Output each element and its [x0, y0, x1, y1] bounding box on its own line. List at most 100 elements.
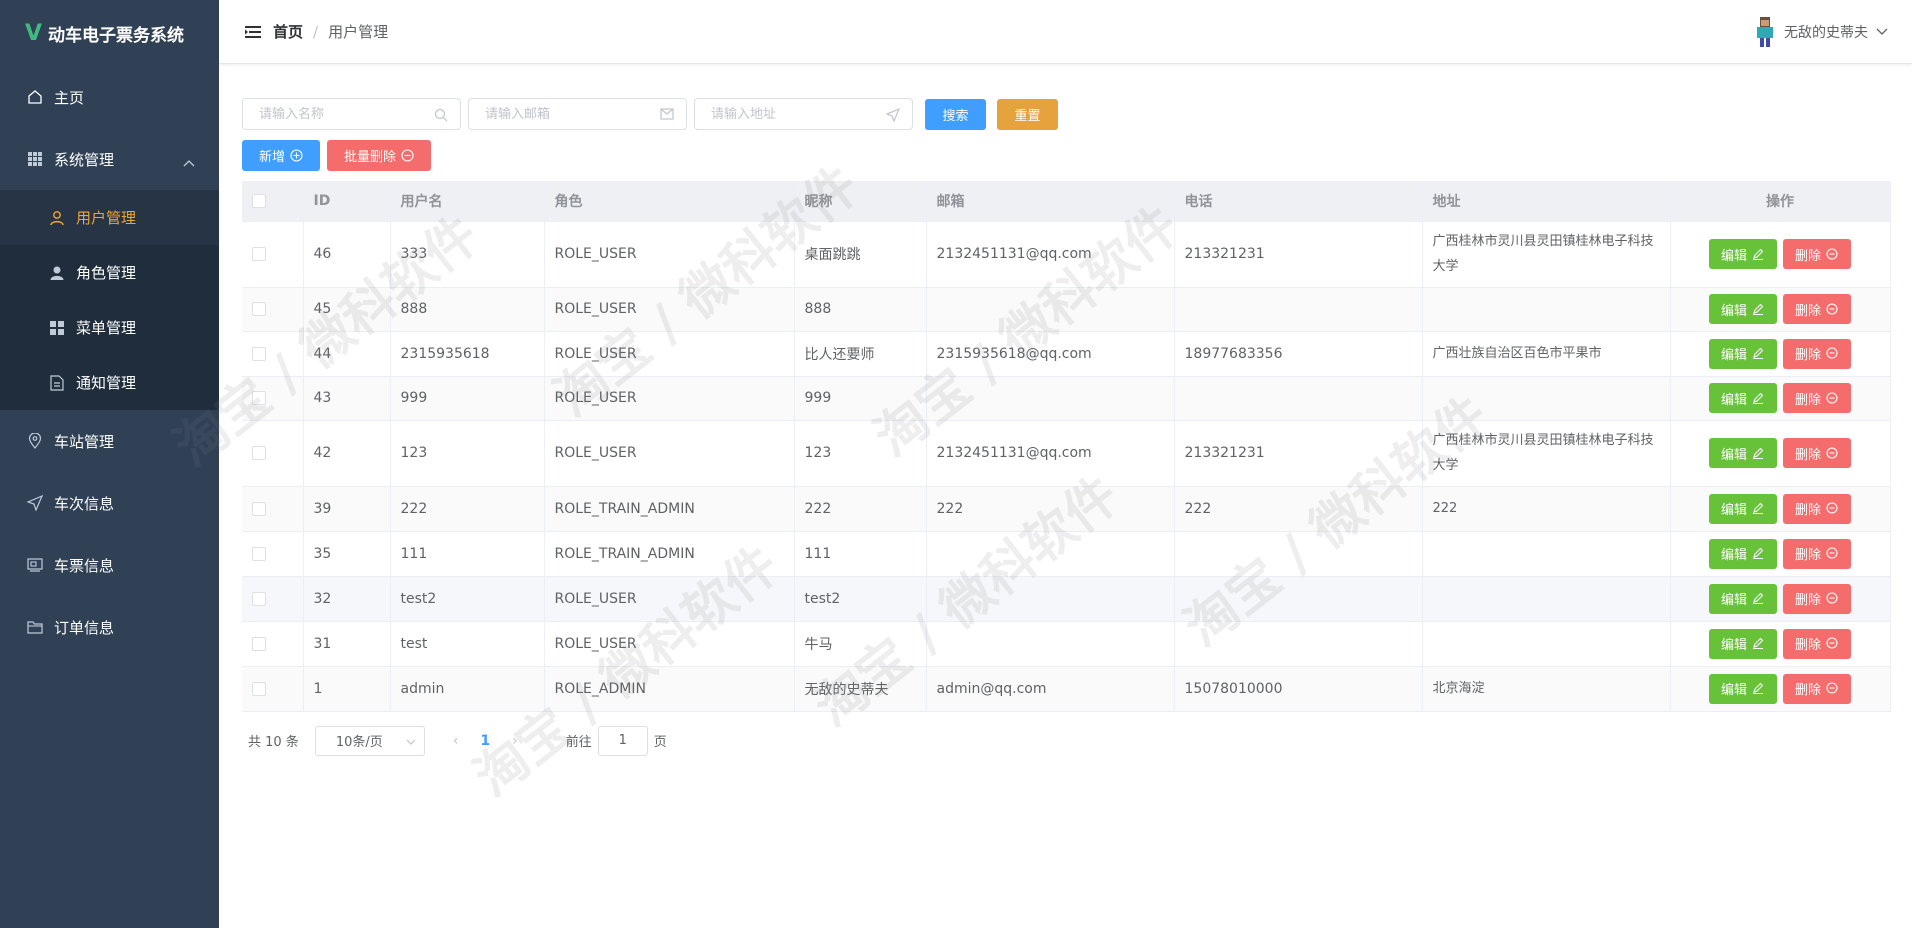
sidebar-item-notice-management[interactable]: 通知管理	[0, 355, 219, 410]
circle-minus-icon	[1826, 446, 1839, 460]
row-actions: 编辑 删除	[1670, 331, 1891, 377]
cell-username: 333	[390, 221, 545, 288]
pencil-icon	[1752, 392, 1765, 405]
table-row: 31 test ROLE_USER 牛马 编辑 删除	[242, 621, 1891, 667]
edit-button[interactable]: 编辑	[1708, 673, 1777, 704]
row-select-cell	[242, 221, 304, 288]
edit-button[interactable]: 编辑	[1708, 493, 1777, 524]
row-checkbox[interactable]	[252, 302, 266, 316]
prev-page-button[interactable]: ‹	[453, 733, 459, 749]
cell-username: 2315935618	[390, 331, 545, 377]
delete-button[interactable]: 删除	[1783, 239, 1852, 269]
row-checkbox[interactable]	[252, 346, 266, 361]
row-actions: 编辑 删除	[1670, 287, 1891, 332]
table-row: 45 888 ROLE_USER 888 编辑 删除	[242, 287, 1891, 332]
circle-minus-icon	[1826, 502, 1839, 515]
cell-role: ROLE_USER	[544, 287, 795, 332]
row-checkbox[interactable]	[252, 446, 266, 460]
row-checkbox[interactable]	[252, 501, 266, 516]
edit-button[interactable]: 编辑	[1708, 538, 1777, 569]
folder-icon	[26, 618, 44, 636]
delete-button[interactable]: 删除	[1783, 338, 1852, 369]
cell-nickname: 222	[794, 486, 927, 532]
select-all-checkbox[interactable]	[252, 193, 266, 208]
reset-button[interactable]: 重置	[997, 98, 1058, 130]
cell-phone	[1174, 287, 1423, 332]
page-jumper: 前往 1 页	[566, 725, 667, 756]
goto-page-input[interactable]: 1	[597, 725, 648, 756]
current-page[interactable]: 1	[480, 733, 490, 749]
cell-nickname: 牛马	[794, 621, 927, 667]
search-icon	[434, 108, 448, 122]
batch-delete-button[interactable]: 批量删除	[327, 140, 431, 171]
document-icon	[48, 374, 66, 392]
column-header: 邮箱	[926, 181, 1175, 222]
table-row: 43 999 ROLE_USER 999 编辑 删除	[242, 376, 1891, 421]
cell-role: ROLE_USER	[544, 420, 795, 487]
hamburger-icon[interactable]	[245, 24, 261, 40]
edit-button[interactable]: 编辑	[1708, 438, 1777, 468]
delete-button-label: 删除	[1795, 447, 1822, 463]
row-checkbox[interactable]	[252, 546, 266, 561]
add-button[interactable]: 新增	[242, 140, 320, 171]
delete-button-label: 删除	[1795, 303, 1822, 319]
location-icon	[26, 432, 44, 450]
search-button[interactable]: 搜索	[925, 98, 986, 130]
delete-button[interactable]: 删除	[1783, 493, 1852, 524]
cell-id: 39	[303, 486, 391, 532]
page-size-select[interactable]: 10条/页	[314, 725, 425, 756]
edit-button[interactable]: 编辑	[1708, 239, 1777, 269]
row-checkbox[interactable]	[252, 636, 266, 651]
delete-button-label: 删除	[1795, 248, 1822, 264]
row-select-cell	[242, 486, 304, 532]
sidebar-item-menu-management[interactable]: 菜单管理	[0, 300, 219, 355]
delete-button[interactable]: 删除	[1783, 294, 1852, 324]
delete-button[interactable]: 删除	[1783, 628, 1852, 659]
chevron-down-icon	[406, 735, 416, 750]
column-header: 用户名	[390, 181, 545, 222]
edit-button[interactable]: 编辑	[1708, 628, 1777, 659]
edit-button-label: 编辑	[1720, 392, 1747, 408]
delete-button-label: 删除	[1795, 683, 1822, 698]
address-search-input[interactable]	[711, 106, 891, 122]
next-page-button[interactable]: ›	[512, 733, 518, 749]
edit-button[interactable]: 编辑	[1708, 338, 1777, 369]
delete-button[interactable]: 删除	[1783, 673, 1852, 704]
table-row: 44 2315935618 ROLE_USER 比人还要师 2315935618@qq.…	[242, 331, 1891, 377]
delete-button[interactable]: 删除	[1783, 583, 1852, 614]
sidebar-item-system[interactable]: 系统管理	[0, 128, 219, 190]
mail-icon	[660, 108, 674, 122]
cell-role: ROLE_TRAIN_ADMIN	[544, 486, 795, 532]
row-checkbox[interactable]	[252, 591, 266, 606]
delete-button[interactable]: 删除	[1783, 383, 1852, 413]
breadcrumb-home[interactable]: 首页	[273, 21, 303, 42]
email-search-input[interactable]	[485, 106, 665, 122]
sidebar-item-role-management[interactable]: 角色管理	[0, 245, 219, 300]
sidebar-item-ticket[interactable]: 车票信息	[0, 534, 219, 596]
row-select-cell	[242, 531, 304, 577]
edit-button[interactable]: 编辑	[1708, 383, 1777, 413]
row-checkbox[interactable]	[252, 247, 266, 261]
pencil-icon	[1752, 547, 1765, 560]
cell-nickname: 比人还要师	[794, 331, 927, 377]
sidebar-item-home[interactable]: 主页	[0, 66, 219, 128]
cell-email	[926, 531, 1175, 577]
name-search-input[interactable]	[259, 106, 439, 122]
sidebar-item-station[interactable]: 车站管理	[0, 410, 219, 472]
row-checkbox[interactable]	[252, 391, 266, 405]
user-menu[interactable]: 无敌的史蒂夫	[1754, 16, 1888, 48]
table-body: 46 333 ROLE_USER 桌面跳跳 2132451131@qq.com 21332…	[242, 221, 1891, 712]
username: 无敌的史蒂夫	[1784, 25, 1868, 41]
delete-button[interactable]: 删除	[1783, 438, 1852, 468]
cell-email: admin@qq.com	[926, 666, 1175, 712]
delete-button[interactable]: 删除	[1783, 538, 1852, 569]
row-checkbox[interactable]	[252, 681, 266, 696]
grid-icon	[26, 150, 44, 168]
sidebar-item-order[interactable]: 订单信息	[0, 596, 219, 658]
sidebar-item-train[interactable]: 车次信息	[0, 472, 219, 534]
pencil-icon	[1752, 682, 1765, 695]
sidebar-item-user-management[interactable]: 用户管理	[0, 190, 219, 245]
cell-role: ROLE_USER	[544, 621, 795, 667]
edit-button[interactable]: 编辑	[1708, 583, 1777, 614]
edit-button[interactable]: 编辑	[1708, 294, 1777, 324]
